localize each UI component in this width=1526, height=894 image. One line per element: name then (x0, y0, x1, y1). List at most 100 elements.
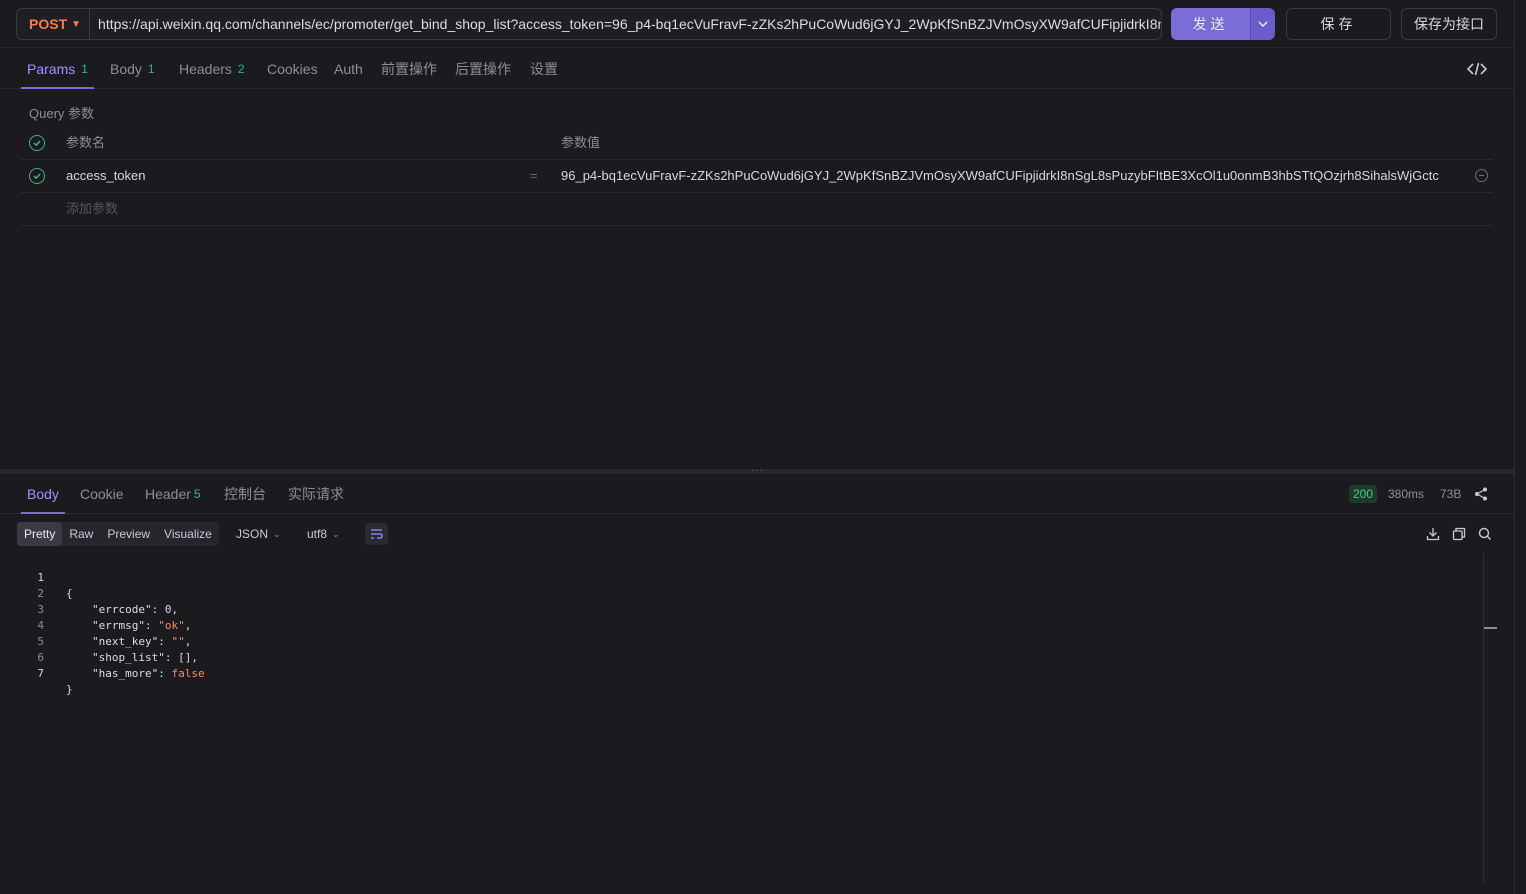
tab-label: Body (27, 486, 59, 502)
param-value-input[interactable]: 96_p4-bq1ecVuFravF-zZKs2hPuCoWud6jGYJ_2W… (561, 160, 1457, 192)
tab-count: 2 (237, 62, 245, 76)
language-label: JSON (236, 527, 269, 541)
tab-settings[interactable]: 设置 (530, 49, 558, 89)
check-icon (33, 140, 41, 147)
json-key: "errmsg" (92, 619, 145, 632)
json-tail: , (171, 603, 179, 616)
json-key: "next_key" (92, 635, 159, 648)
tab-label: 控制台 (224, 486, 266, 502)
code-text: "errmsg": "ok", (92, 619, 192, 632)
tab-params[interactable]: Params 1 (21, 49, 94, 89)
code-text: "shop_list": [], (92, 651, 198, 664)
chevron-down-icon (1258, 21, 1268, 27)
search-icon[interactable] (1478, 527, 1492, 541)
code-text: { (66, 587, 73, 600)
json-key: "shop_list" (92, 651, 165, 664)
tab-cookies[interactable]: Cookies (267, 49, 318, 89)
format-preview[interactable]: Preview (100, 522, 157, 546)
send-options-button[interactable] (1250, 8, 1275, 40)
tab-label: Headers (179, 61, 232, 77)
code-text: } (66, 683, 73, 696)
tab-auth[interactable]: Auth (334, 49, 363, 89)
save-button[interactable]: 保存 (1286, 8, 1391, 40)
tab-response-cookie[interactable]: Cookie (80, 474, 124, 514)
tab-pre-operations[interactable]: 前置操作 (381, 49, 437, 89)
send-button-group: 发送 (1171, 8, 1275, 40)
code-text: "next_key": "", (92, 635, 192, 648)
select-all-checkbox[interactable] (29, 135, 45, 151)
tab-label: 后置操作 (455, 61, 511, 77)
save-as-api-button[interactable]: 保存为接口 (1401, 8, 1497, 40)
wrap-icon (371, 529, 383, 539)
remove-param-icon[interactable] (1475, 169, 1488, 182)
format-raw[interactable]: Raw (62, 522, 100, 546)
method-select[interactable]: POST ▼ (17, 9, 91, 39)
tab-response-body[interactable]: Body (21, 474, 65, 514)
drag-handle-icon[interactable]: ··· (751, 466, 764, 476)
code-line: 7 } (20, 650, 72, 696)
download-icon[interactable] (1426, 527, 1440, 541)
tab-body[interactable]: Body 1 (110, 49, 155, 89)
tab-headers[interactable]: Headers 2 (179, 49, 245, 89)
json-value: "ok" (158, 619, 185, 632)
share-icon[interactable] (1474, 487, 1488, 501)
code-line: 4 "next_key": "", (20, 602, 191, 648)
json-key: "has_more" (92, 667, 159, 680)
encoding-select[interactable]: utf8 ⌄ (307, 522, 340, 546)
format-visualize[interactable]: Visualize (157, 522, 219, 546)
add-param-row: 添加参数 (21, 193, 1493, 226)
chevron-down-icon: ⌄ (332, 529, 340, 539)
equals-sign: = (530, 168, 538, 183)
code-scrollbar[interactable] (1483, 554, 1484, 884)
format-tabs: Pretty Raw Preview Visualize (17, 522, 219, 546)
tab-label: 设置 (530, 61, 558, 77)
tab-label: Body (110, 61, 142, 77)
response-time: 380ms (1388, 487, 1425, 501)
window-edge (1514, 0, 1526, 894)
tab-label: Cookies (267, 61, 318, 77)
url-box[interactable]: POST ▼ https://api.weixin.qq.com/channel… (16, 8, 1162, 40)
tab-label: Params (27, 61, 76, 77)
tab-count: 5 (193, 487, 201, 501)
scrollbar-thumb[interactable] (1484, 627, 1497, 629)
tab-label: Auth (334, 61, 363, 77)
code-line: 1 { (20, 554, 72, 600)
status-badge: 200 (1349, 474, 1378, 514)
word-wrap-button[interactable] (365, 523, 388, 545)
url-input[interactable]: https://api.weixin.qq.com/channels/ec/pr… (90, 16, 1161, 32)
code-line: 2 "errcode": 0, (20, 570, 178, 616)
encoding-label: utf8 (307, 527, 328, 541)
tab-post-operations[interactable]: 后置操作 (455, 49, 511, 89)
format-pretty[interactable]: Pretty (17, 522, 63, 546)
chevron-down-icon: ▼ (71, 18, 82, 30)
chevron-down-icon: ⌄ (273, 529, 281, 539)
table-row: access_token = 96_p4-bq1ecVuFravF-zZKs2h… (21, 160, 1493, 193)
column-header-name: 参数名 (66, 135, 106, 150)
params-header-row: 参数名 参数值 (21, 127, 1493, 160)
json-key: "errcode" (92, 603, 152, 616)
language-select[interactable]: JSON ⌄ (236, 522, 281, 546)
method-label: POST (29, 16, 68, 32)
json-tail: , (191, 651, 198, 664)
tab-count: 1 (81, 62, 88, 76)
check-icon (33, 173, 41, 180)
line-number: 7 (37, 667, 44, 680)
tab-label: Header (145, 486, 191, 502)
request-bar: POST ▼ https://api.weixin.qq.com/channel… (0, 0, 1514, 48)
tab-actual-request[interactable]: 实际请求 (288, 474, 344, 514)
add-param-input[interactable]: 添加参数 (66, 193, 118, 225)
tab-response-header[interactable]: Header 5 (145, 474, 201, 514)
copy-icon[interactable] (1452, 527, 1466, 541)
json-value: [] (178, 651, 192, 664)
code-text: "has_more": false (92, 667, 205, 680)
param-name-input[interactable]: access_token (66, 160, 506, 192)
tab-count: 1 (147, 62, 155, 76)
param-enabled-checkbox[interactable] (29, 168, 45, 184)
json-value: false (171, 667, 205, 680)
status-code: 200 (1349, 485, 1378, 503)
send-button[interactable]: 发送 (1171, 8, 1250, 40)
response-tabs: Body Cookie Header 5 控制台 实际请求 200 380ms … (0, 474, 1514, 514)
response-code-view: 1 { 2 "errcode": 0, 3 "errmsg": "ok", 4 … (20, 554, 204, 696)
tab-console[interactable]: 控制台 (224, 474, 266, 514)
code-icon[interactable] (1467, 61, 1487, 77)
